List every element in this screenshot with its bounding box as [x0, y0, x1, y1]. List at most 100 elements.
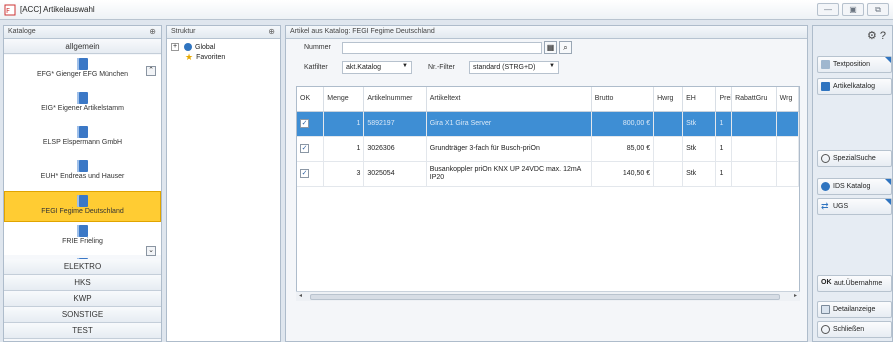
katfilter-select[interactable]: akt.Katalog ▼	[342, 61, 412, 74]
app-icon: F	[4, 4, 16, 16]
artikeltext-cell: Gira X1 Gira Server	[426, 111, 592, 137]
dropdown-arrow-icon: ▼	[402, 63, 408, 69]
ids-katalog-button[interactable]: IDS Katalog	[817, 178, 892, 195]
nummer-input[interactable]	[342, 42, 542, 54]
book-icon	[77, 58, 88, 70]
col-rabattgru[interactable]: RabattGru	[731, 87, 777, 112]
catalog-item[interactable]: EIG* Eigener Artikelstamm	[4, 92, 161, 123]
book-icon	[77, 195, 88, 207]
minimize-icon[interactable]: —	[817, 3, 839, 16]
col-hwrg[interactable]: Hwrg	[653, 87, 684, 112]
prei-cell: 1	[715, 136, 733, 162]
ok-checkbox[interactable]: ✓	[300, 169, 309, 178]
restore-icon[interactable]: ⧉	[867, 3, 889, 16]
spezialsuche-button[interactable]: SpezialSuche	[817, 150, 892, 167]
group-hks[interactable]: HKS	[4, 275, 161, 291]
col-artikelnummer[interactable]: Artikelnummer	[363, 87, 427, 112]
nrfilter-label: Nr.-Filter	[428, 64, 455, 71]
catalog-item[interactable]: EUH* Endreas und Hauser	[4, 160, 161, 191]
dropdown-arrow-icon: ▼	[549, 63, 555, 69]
col-ok[interactable]: OK	[297, 87, 325, 112]
scroll-left-icon[interactable]: ◂	[299, 292, 302, 299]
brutto-cell: 140,50 €	[591, 161, 655, 187]
arrows-icon: ⇄	[821, 201, 829, 211]
prei-cell: 1	[715, 161, 733, 187]
star-icon: ★	[185, 51, 194, 62]
col-brutto[interactable]: Brutto	[591, 87, 655, 112]
tree-node-favoriten[interactable]: ★ Favoriten	[171, 52, 225, 62]
horizontal-scrollbar[interactable]: ◂ ▸	[296, 291, 800, 301]
textposition-icon	[821, 60, 830, 69]
artikelnummer-cell: 3026306	[363, 136, 427, 162]
scroll-thumb[interactable]	[310, 294, 780, 300]
maximize-icon[interactable]: ▣	[842, 3, 864, 16]
group-sonstige[interactable]: SONSTIGE	[4, 307, 161, 323]
scroll-right-icon[interactable]: ▸	[794, 292, 797, 299]
group-elektro[interactable]: ELEKTRO	[4, 259, 161, 275]
settings-icon[interactable]: ⚙	[867, 30, 877, 42]
book-icon	[77, 160, 88, 172]
brutto-cell: 85,00 €	[591, 136, 655, 162]
book-icon	[77, 225, 88, 237]
pin-icon[interactable]: ⊕	[149, 27, 156, 36]
help-icon[interactable]: ?	[880, 30, 886, 42]
pin-icon[interactable]: ⊕	[268, 27, 275, 36]
ids-icon	[821, 182, 830, 191]
title-bar: F [ACC] Artikelauswahl — ▣ ⧉	[0, 0, 893, 20]
catalog-item-selected[interactable]: FEGI Fegime Deutschland	[4, 191, 161, 222]
textposition-button[interactable]: Textposition	[817, 56, 892, 73]
eh-cell: Stk	[682, 161, 717, 187]
nummer-label: Nummer	[304, 44, 331, 51]
article-table: OK Menge Artikelnummer Artikeltext Brutt…	[296, 86, 800, 301]
prei-cell: 1	[715, 111, 733, 137]
book-icon	[821, 82, 830, 91]
menge-cell: 1	[323, 136, 365, 162]
scroll-down-icon[interactable]: ⌄	[146, 246, 156, 256]
artikelkatalog-button[interactable]: Artikelkatalog	[817, 78, 892, 95]
hwrg-cell	[653, 111, 684, 137]
detailanzeige-button[interactable]: Detailanzeige	[817, 301, 892, 318]
table-header-row: OK Menge Artikelnummer Artikeltext Brutt…	[297, 87, 799, 112]
uebernahme-button[interactable]: OK aut.Übernahme	[817, 275, 892, 292]
table-row[interactable]: ✓ 1 5892197 Gira X1 Gira Server 800,00 €…	[297, 111, 799, 137]
ok-checkbox[interactable]: ✓	[300, 144, 309, 153]
svg-text:F: F	[6, 7, 10, 15]
barcode-icon[interactable]: ▦	[544, 41, 557, 54]
book-icon	[77, 126, 88, 138]
schliessen-button[interactable]: Schließen	[817, 321, 892, 338]
article-panel-header: Artikel aus Katalog: FEGI Fegime Deutsch…	[286, 26, 807, 39]
structure-panel-header: Struktur ⊕	[167, 26, 280, 39]
scroll-up-icon[interactable]: ⌃	[146, 66, 156, 76]
close-icon	[821, 325, 830, 334]
ugs-button[interactable]: ⇄ UGS	[817, 198, 892, 215]
catalog-item[interactable]: FRIE Frieling	[4, 225, 161, 256]
col-prei[interactable]: Prei	[715, 87, 733, 112]
menge-cell: 1	[323, 111, 365, 137]
ok-icon: OK	[821, 279, 832, 286]
ok-checkbox[interactable]: ✓	[300, 119, 309, 128]
group-allgemein[interactable]: allgemein	[4, 39, 161, 54]
magnifier-icon	[821, 154, 830, 163]
group-kwp[interactable]: KWP	[4, 291, 161, 307]
detail-icon	[821, 305, 830, 314]
action-panel: ⚙ ? Textposition Artikelkatalog SpezialS…	[812, 25, 893, 342]
nrfilter-select[interactable]: standard (STRG+D) ▼	[469, 61, 559, 74]
col-menge[interactable]: Menge	[323, 87, 365, 112]
col-wrg[interactable]: Wrg	[776, 87, 799, 112]
catalog-list: EFG* Gienger EFG München EIG* Eigener Ar…	[4, 55, 161, 270]
table-row[interactable]: ✓ 1 3026306 Grundträger 3-fach für Busch…	[297, 136, 799, 162]
tree-node-global[interactable]: + Global	[171, 42, 225, 52]
catalog-item[interactable]: EFG* Gienger EFG München	[4, 58, 161, 89]
col-eh[interactable]: EH	[682, 87, 717, 112]
catalog-panel-header: Kataloge ⊕	[4, 26, 161, 39]
structure-tree: + Global ★ Favoriten	[171, 42, 225, 62]
group-test[interactable]: TEST	[4, 323, 161, 339]
catalog-item[interactable]: ELSP Elspermann GmbH	[4, 126, 161, 157]
artikelnummer-cell: 3025054	[363, 161, 427, 187]
globe-icon	[184, 43, 192, 51]
search-icon[interactable]: ⌕	[559, 41, 572, 54]
expand-icon[interactable]: +	[171, 43, 179, 51]
table-row[interactable]: ✓ 3 3025054 Busankoppler priOn KNX UP 24…	[297, 161, 799, 187]
col-artikeltext[interactable]: Artikeltext	[426, 87, 592, 112]
eh-cell: Stk	[682, 136, 717, 162]
